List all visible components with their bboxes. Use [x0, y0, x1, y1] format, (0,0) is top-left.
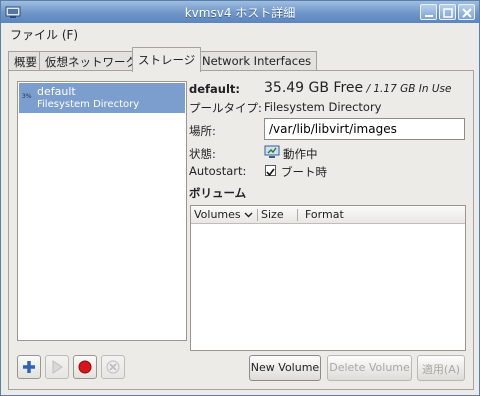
column-separator: [257, 209, 258, 221]
apply-label: 適用(A): [421, 363, 461, 376]
pool-name-label: default:: [189, 82, 241, 96]
host-details-window: kvmsv4 ホスト詳細 ファイル (F) 概要 仮想ネットワーク ストレージ …: [0, 0, 480, 396]
apply-button[interactable]: 適用(A): [417, 355, 465, 381]
autostart-value: ブート時: [281, 165, 327, 179]
play-icon: [52, 360, 63, 374]
column-volumes[interactable]: Volumes: [194, 208, 241, 221]
plus-icon: [23, 361, 35, 373]
pool-list[interactable]: 3% default Filesystem Directory: [17, 81, 187, 341]
pool-name: default: [37, 85, 76, 98]
volumes-heading: ボリューム: [189, 186, 247, 200]
delete-volume-label: Delete Volume: [329, 361, 410, 374]
tab-network-interfaces[interactable]: Network Interfaces: [196, 51, 318, 71]
state-label: 状態:: [189, 147, 216, 161]
menu-bar: ファイル (F): [1, 23, 479, 44]
monitor-running-icon: [264, 145, 280, 158]
pool-type-label: プールタイプ:: [189, 101, 262, 115]
add-pool-button[interactable]: [17, 355, 41, 379]
pool-usage-percent: 3%: [22, 93, 32, 100]
window-title: kvmsv4 ホスト詳細: [184, 6, 296, 20]
pool-type-value: Filesystem Directory: [264, 100, 382, 114]
pool-list-item[interactable]: 3% default Filesystem Directory: [19, 83, 185, 113]
title-bar[interactable]: kvmsv4 ホスト詳細: [1, 1, 479, 23]
stop-pool-button[interactable]: [73, 355, 97, 379]
column-format[interactable]: Format: [305, 208, 344, 221]
maximize-icon: [443, 8, 453, 18]
state-value: 動作中: [283, 147, 318, 161]
chevron-down-icon: [244, 212, 253, 218]
checkmark-icon: [266, 168, 275, 177]
new-volume-label: New Volume: [250, 361, 320, 374]
maximize-button[interactable]: [439, 4, 456, 20]
start-pool-button[interactable]: [45, 355, 69, 379]
pool-free-space: 35.49 GB Free / 1.17 GB In Use: [264, 80, 451, 96]
autostart-label: Autostart:: [189, 164, 247, 178]
delete-volume-button[interactable]: Delete Volume: [327, 355, 412, 381]
delete-pool-button[interactable]: [101, 355, 125, 379]
storage-panel: 3% default Filesystem Directory default:…: [8, 70, 474, 390]
column-size[interactable]: Size: [261, 208, 284, 221]
delete-circle-icon: [106, 360, 120, 374]
column-separator: [297, 209, 298, 221]
new-volume-button[interactable]: New Volume: [249, 355, 321, 381]
volumes-table[interactable]: Volumes Size Format: [190, 205, 466, 351]
record-stop-icon: [78, 360, 92, 374]
close-icon: [462, 8, 472, 18]
tab-overview[interactable]: 概要: [8, 51, 43, 71]
tab-virtual-networks[interactable]: 仮想ネットワーク: [39, 51, 143, 71]
in-use-value: / 1.17 GB In Use: [363, 83, 452, 95]
tab-storage[interactable]: ストレージ: [132, 47, 202, 72]
menu-file[interactable]: ファイル (F): [10, 26, 78, 43]
free-space-value: 35.49 GB Free: [264, 80, 364, 96]
pool-type: Filesystem Directory: [37, 99, 140, 110]
location-label: 場所:: [189, 124, 216, 138]
autostart-checkbox[interactable]: [265, 165, 276, 177]
minimize-icon: [425, 15, 433, 17]
close-button[interactable]: [458, 4, 475, 20]
minimize-button[interactable]: [420, 4, 437, 20]
location-field[interactable]: [264, 118, 465, 140]
volumes-table-header: Volumes Size Format: [191, 206, 465, 224]
